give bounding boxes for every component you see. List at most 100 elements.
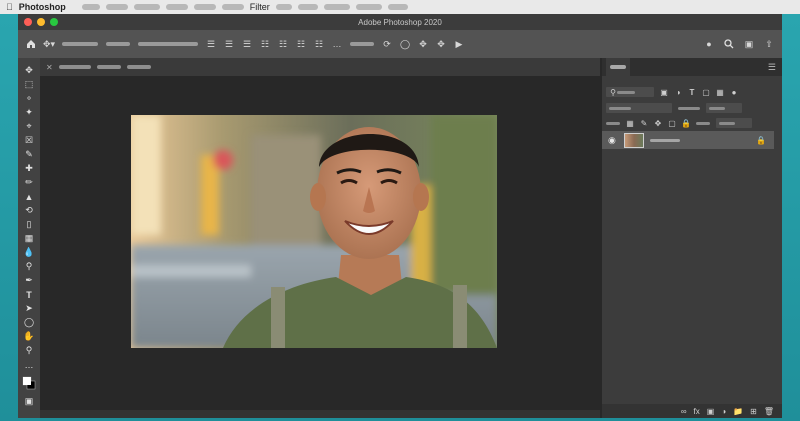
- lock-pixels-icon[interactable]: ✎: [640, 119, 648, 128]
- menu-item-file[interactable]: [81, 4, 100, 10]
- share-user-icon[interactable]: ●: [704, 39, 714, 49]
- eyedropper-tool-icon[interactable]: ✎: [22, 148, 36, 161]
- link-layers-icon[interactable]: ∞: [681, 407, 687, 416]
- menu-item-layer[interactable]: [165, 4, 188, 10]
- opacity-field[interactable]: [706, 103, 742, 113]
- move-tool-preset-icon[interactable]: ✥▾: [43, 39, 55, 49]
- more-options-icon[interactable]: …: [332, 39, 342, 49]
- hand-tool-icon[interactable]: ✋: [22, 330, 36, 343]
- tools-panel: ✥ ⬚ ⚬ ✦ ⌖ ☒ ✎ ✚ ✏ ▲ ⟲ ▯ ▦ 💧 ⚲ ✒ T ➤ ◯ ✋ …: [18, 58, 40, 418]
- align-center-icon[interactable]: ☰: [224, 39, 234, 49]
- adjustment-layer-icon[interactable]: ◑: [721, 407, 726, 416]
- visibility-eye-icon[interactable]: ◉: [608, 135, 618, 146]
- minimize-window-button[interactable]: [37, 18, 45, 26]
- clone-stamp-tool-icon[interactable]: ▲: [22, 190, 36, 203]
- path-selection-tool-icon[interactable]: ➤: [22, 302, 36, 315]
- add-mask-icon[interactable]: ▣: [707, 407, 715, 416]
- panel-menu-icon[interactable]: ☰: [768, 62, 776, 73]
- align-right-icon[interactable]: ☰: [242, 39, 252, 49]
- menu-item-window[interactable]: [355, 4, 382, 10]
- blend-mode-dropdown[interactable]: [606, 103, 672, 113]
- new-group-icon[interactable]: 📁: [733, 407, 743, 416]
- lock-position-icon[interactable]: ✥: [654, 119, 662, 128]
- slide-3d-icon[interactable]: ✥: [436, 39, 446, 49]
- layer-name[interactable]: [650, 138, 680, 142]
- filter-shape-icon[interactable]: ▢: [702, 88, 710, 97]
- layer-filter-dropdown[interactable]: ⚲: [606, 87, 654, 97]
- share-icon[interactable]: ⇧: [764, 39, 774, 49]
- home-icon[interactable]: [26, 39, 36, 49]
- menu-item-view[interactable]: [297, 4, 318, 10]
- layers-tab[interactable]: [606, 58, 630, 76]
- edit-toolbar-icon[interactable]: …: [22, 358, 36, 371]
- move-tool-icon[interactable]: ✥: [22, 64, 36, 77]
- delete-layer-icon[interactable]: 🗑: [764, 407, 774, 416]
- filter-smart-object-icon[interactable]: ▦: [716, 88, 724, 97]
- horizontal-scrollbar[interactable]: [40, 410, 600, 418]
- type-tool-icon[interactable]: T: [22, 288, 36, 301]
- color-swatches-icon[interactable]: [22, 372, 36, 394]
- pan-3d-icon[interactable]: ✥: [418, 39, 428, 49]
- pen-tool-icon[interactable]: ✒: [22, 274, 36, 287]
- menu-item-3d[interactable]: [275, 4, 292, 10]
- filter-pixel-icon[interactable]: ▣: [660, 88, 668, 97]
- spot-healing-tool-icon[interactable]: ✚: [22, 162, 36, 175]
- marquee-tool-icon[interactable]: ⬚: [22, 78, 36, 91]
- workspace-icon[interactable]: ▣: [744, 39, 754, 49]
- roll-3d-icon[interactable]: ◯: [400, 39, 410, 49]
- menu-item-type[interactable]: [193, 4, 216, 10]
- canvas-area[interactable]: [40, 76, 600, 418]
- zoom-tool-icon[interactable]: ⚲: [22, 344, 36, 357]
- fill-field[interactable]: [716, 118, 752, 128]
- search-icon[interactable]: [724, 39, 734, 49]
- filter-toggle-icon[interactable]: ●: [730, 88, 738, 97]
- layer-row-background[interactable]: ◉ 🔒: [602, 131, 774, 149]
- document-tab-zoom: [96, 65, 121, 69]
- frame-tool-icon[interactable]: ☒: [22, 134, 36, 147]
- menu-item-help[interactable]: [387, 4, 408, 10]
- menu-item-select[interactable]: [221, 4, 244, 10]
- distribute-icon[interactable]: ☷: [314, 39, 324, 49]
- brush-tool-icon[interactable]: ✏: [22, 176, 36, 189]
- window-title: Adobe Photoshop 2020: [358, 17, 442, 27]
- new-layer-icon[interactable]: ⊞: [750, 407, 757, 416]
- filter-adjustment-icon[interactable]: ◑: [674, 88, 682, 97]
- menu-item-filter[interactable]: Filter: [250, 2, 270, 12]
- filter-type-icon[interactable]: T: [688, 88, 696, 97]
- layer-lock-icon: 🔒: [756, 135, 766, 145]
- eraser-tool-icon[interactable]: ▯: [22, 218, 36, 231]
- auto-select-dropdown[interactable]: [106, 42, 130, 46]
- auto-select-checkbox[interactable]: [62, 42, 98, 46]
- close-window-button[interactable]: [24, 18, 32, 26]
- zoom-window-button[interactable]: [50, 18, 58, 26]
- layer-style-fx-icon[interactable]: fx: [694, 407, 700, 416]
- blur-tool-icon[interactable]: 💧: [22, 246, 36, 259]
- video-camera-icon[interactable]: ▶: [454, 39, 464, 49]
- lock-all-icon[interactable]: 🔒: [681, 119, 691, 128]
- close-tab-icon[interactable]: ✕: [46, 63, 53, 72]
- gradient-tool-icon[interactable]: ▦: [22, 232, 36, 245]
- align-bottom-icon[interactable]: ☷: [296, 39, 306, 49]
- crop-tool-icon[interactable]: ⌖: [22, 120, 36, 133]
- apple-menu-icon[interactable]: : [6, 2, 13, 12]
- menu-item-plugins[interactable]: [323, 4, 350, 10]
- lock-transparent-icon[interactable]: ▦: [626, 119, 634, 128]
- blend-opacity-row: [606, 102, 778, 114]
- menu-item-edit[interactable]: [105, 4, 128, 10]
- lasso-tool-icon[interactable]: ⚬: [22, 92, 36, 105]
- rectangle-tool-icon[interactable]: ◯: [22, 316, 36, 329]
- transform-controls-checkbox[interactable]: [138, 42, 198, 46]
- app-menu[interactable]: Photoshop: [19, 2, 66, 12]
- align-left-icon[interactable]: ☰: [206, 39, 216, 49]
- quick-mask-icon[interactable]: ▣: [22, 395, 36, 408]
- lock-artboard-icon[interactable]: ▢: [668, 119, 676, 128]
- history-brush-tool-icon[interactable]: ⟲: [22, 204, 36, 217]
- align-top-icon[interactable]: ☷: [260, 39, 270, 49]
- document-tab-name[interactable]: [58, 65, 91, 69]
- dodge-tool-icon[interactable]: ⚲: [22, 260, 36, 273]
- magic-wand-tool-icon[interactable]: ✦: [22, 106, 36, 119]
- menu-item-image[interactable]: [133, 4, 160, 10]
- orbit-3d-icon[interactable]: ⟳: [382, 39, 392, 49]
- portrait-photo[interactable]: [131, 115, 497, 348]
- align-middle-icon[interactable]: ☷: [278, 39, 288, 49]
